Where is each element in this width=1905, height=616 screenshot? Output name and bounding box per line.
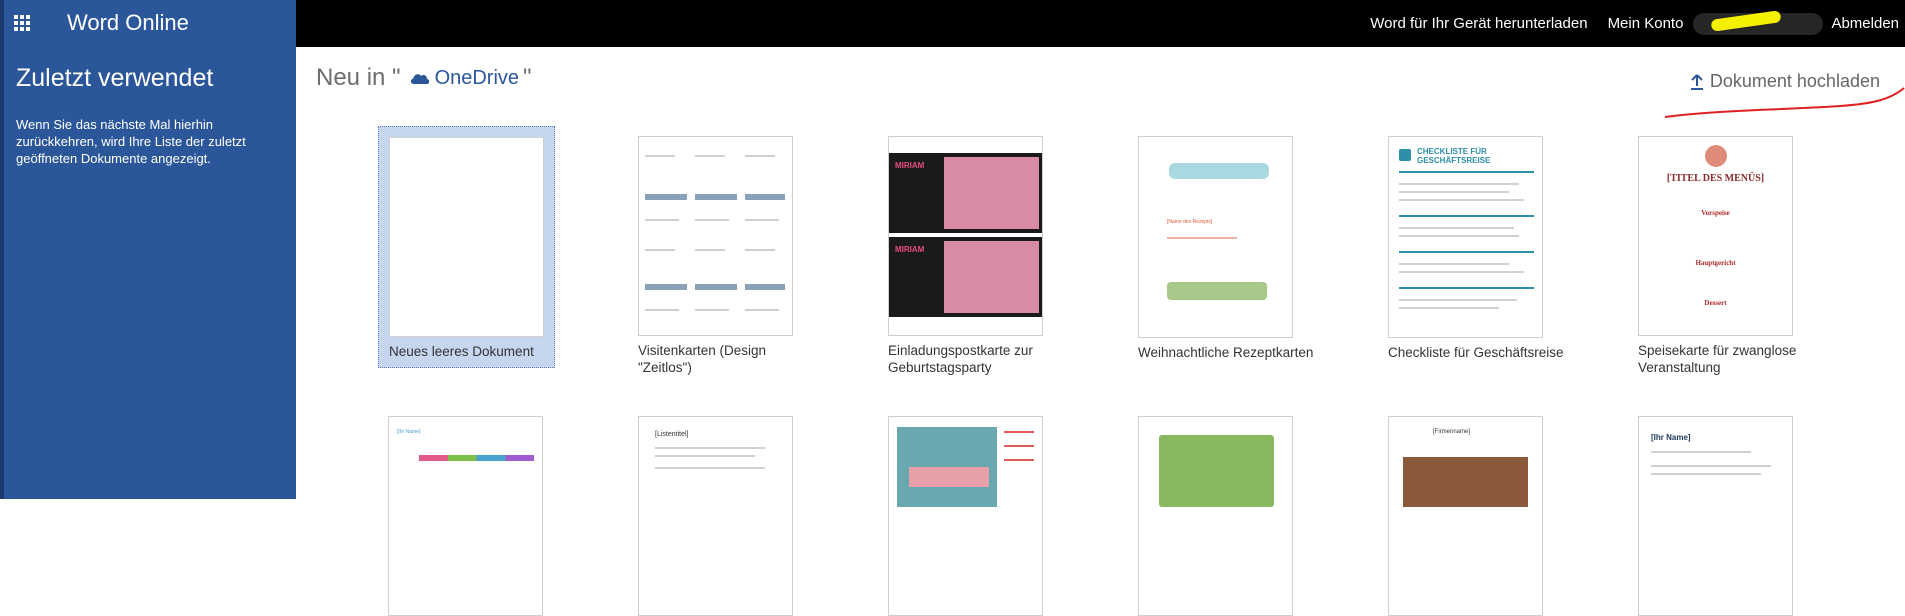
recipe-name: [Name des Rezepts] bbox=[1167, 219, 1213, 225]
my-account-link[interactable]: Mein Konto bbox=[1608, 15, 1684, 32]
menu-section: Hauptgericht bbox=[1695, 259, 1736, 267]
template-cooking-photo[interactable] bbox=[1128, 406, 1308, 616]
onedrive-location[interactable]: OneDrive bbox=[409, 67, 519, 90]
template-thumbnail: MIRIAM MIRIAM bbox=[888, 136, 1043, 336]
template-label: Einladungspostkarte zur Geburtstagsparty bbox=[888, 343, 1033, 375]
template-blank-document[interactable]: Neues leeres Dokument bbox=[378, 126, 555, 368]
list-title: [Listentitel] bbox=[655, 431, 689, 438]
template-label: Checkliste für Geschäftsreise bbox=[1388, 345, 1564, 360]
download-word-link[interactable]: Word für Ihr Gerät herunterladen bbox=[1370, 15, 1587, 32]
header-suffix: " bbox=[523, 64, 532, 91]
template-business-cards[interactable]: Visitenkarten (Design "Zeitlos") bbox=[628, 126, 808, 376]
template-book-photo[interactable] bbox=[878, 406, 1058, 616]
invite-name: MIRIAM bbox=[895, 161, 925, 170]
template-label: Weihnachtliche Rezeptkarten bbox=[1138, 345, 1314, 360]
template-business-trip-checklist[interactable]: CHECKLISTE FÜR GESCHÄFTSREISE Checkliste… bbox=[1378, 126, 1564, 376]
redacted-username bbox=[1693, 9, 1824, 39]
menu-section: Dessert bbox=[1704, 299, 1727, 307]
sidebar-edge bbox=[0, 0, 4, 499]
template-list[interactable]: [Listentitel] bbox=[628, 406, 808, 616]
template-label: Speisekarte für zwanglose Veranstaltung bbox=[1638, 343, 1797, 375]
template-label: Neues leeres Dokument bbox=[389, 344, 534, 359]
planner-name: [Ihr Name] bbox=[397, 429, 421, 435]
sign-out-link[interactable]: Abmelden bbox=[1831, 15, 1899, 32]
template-thumbnail bbox=[638, 136, 793, 336]
template-thumbnail: [Listentitel] bbox=[638, 416, 793, 616]
resume-name: [Ihr Name] bbox=[1651, 433, 1691, 442]
page-header: Neu in " OneDrive " bbox=[316, 64, 532, 92]
menu-section: Vorspeise bbox=[1701, 209, 1730, 217]
invite-name: MIRIAM bbox=[895, 245, 925, 254]
template-thumbnail: CHECKLISTE FÜR GESCHÄFTSREISE bbox=[1388, 136, 1543, 338]
template-thumbnail: [Name des Rezepts] bbox=[1138, 136, 1293, 338]
header-prefix: Neu in " bbox=[316, 64, 401, 91]
template-thumbnail bbox=[1138, 416, 1293, 616]
checklist-title: CHECKLISTE FÜR GESCHÄFTSREISE bbox=[1417, 147, 1491, 165]
menu-title: [TITEL DES MENÜS] bbox=[1666, 173, 1765, 184]
template-label: Visitenkarten (Design "Zeitlos") bbox=[638, 343, 767, 375]
onedrive-label: OneDrive bbox=[434, 66, 520, 89]
onedrive-cloud-icon bbox=[410, 74, 429, 84]
template-christmas-recipe-cards[interactable]: [Name des Rezepts] Weihnachtliche Rezept… bbox=[1128, 126, 1313, 376]
template-resume[interactable]: [Ihr Name] bbox=[1628, 406, 1808, 616]
template-company-flyer[interactable]: [Firmenname] bbox=[1378, 406, 1558, 616]
annotation-red-line bbox=[1664, 87, 1905, 118]
template-thumbnail: [Ihr Name] bbox=[388, 416, 543, 616]
app-launcher-icon[interactable] bbox=[14, 15, 30, 31]
template-thumbnail bbox=[888, 416, 1043, 616]
company-name: [Firmenname] bbox=[1433, 429, 1471, 435]
template-thumbnail: [Firmenname] bbox=[1388, 416, 1543, 616]
app-title[interactable]: Word Online bbox=[67, 10, 189, 36]
top-bar: Word für Ihr Gerät herunterladen Mein Ko… bbox=[296, 0, 1905, 47]
recent-heading: Zuletzt verwendet bbox=[16, 64, 214, 92]
recent-empty-text: Wenn Sie das nächste Mal hierhin zurückk… bbox=[16, 117, 246, 166]
template-thumbnail bbox=[389, 137, 544, 337]
template-casual-menu[interactable]: [TITEL DES MENÜS] Vorspeise Hauptgericht… bbox=[1628, 126, 1808, 376]
sidebar: Word Online Zuletzt verwendet Wenn Sie d… bbox=[0, 0, 296, 499]
template-thumbnail: [TITEL DES MENÜS] Vorspeise Hauptgericht… bbox=[1638, 136, 1793, 336]
template-birthday-invitation[interactable]: MIRIAM MIRIAM Einladungspostkarte zur Ge… bbox=[878, 126, 1058, 376]
template-thumbnail: [Ihr Name] bbox=[1638, 416, 1793, 616]
template-weekly-planner[interactable]: [Ihr Name] bbox=[378, 406, 558, 616]
